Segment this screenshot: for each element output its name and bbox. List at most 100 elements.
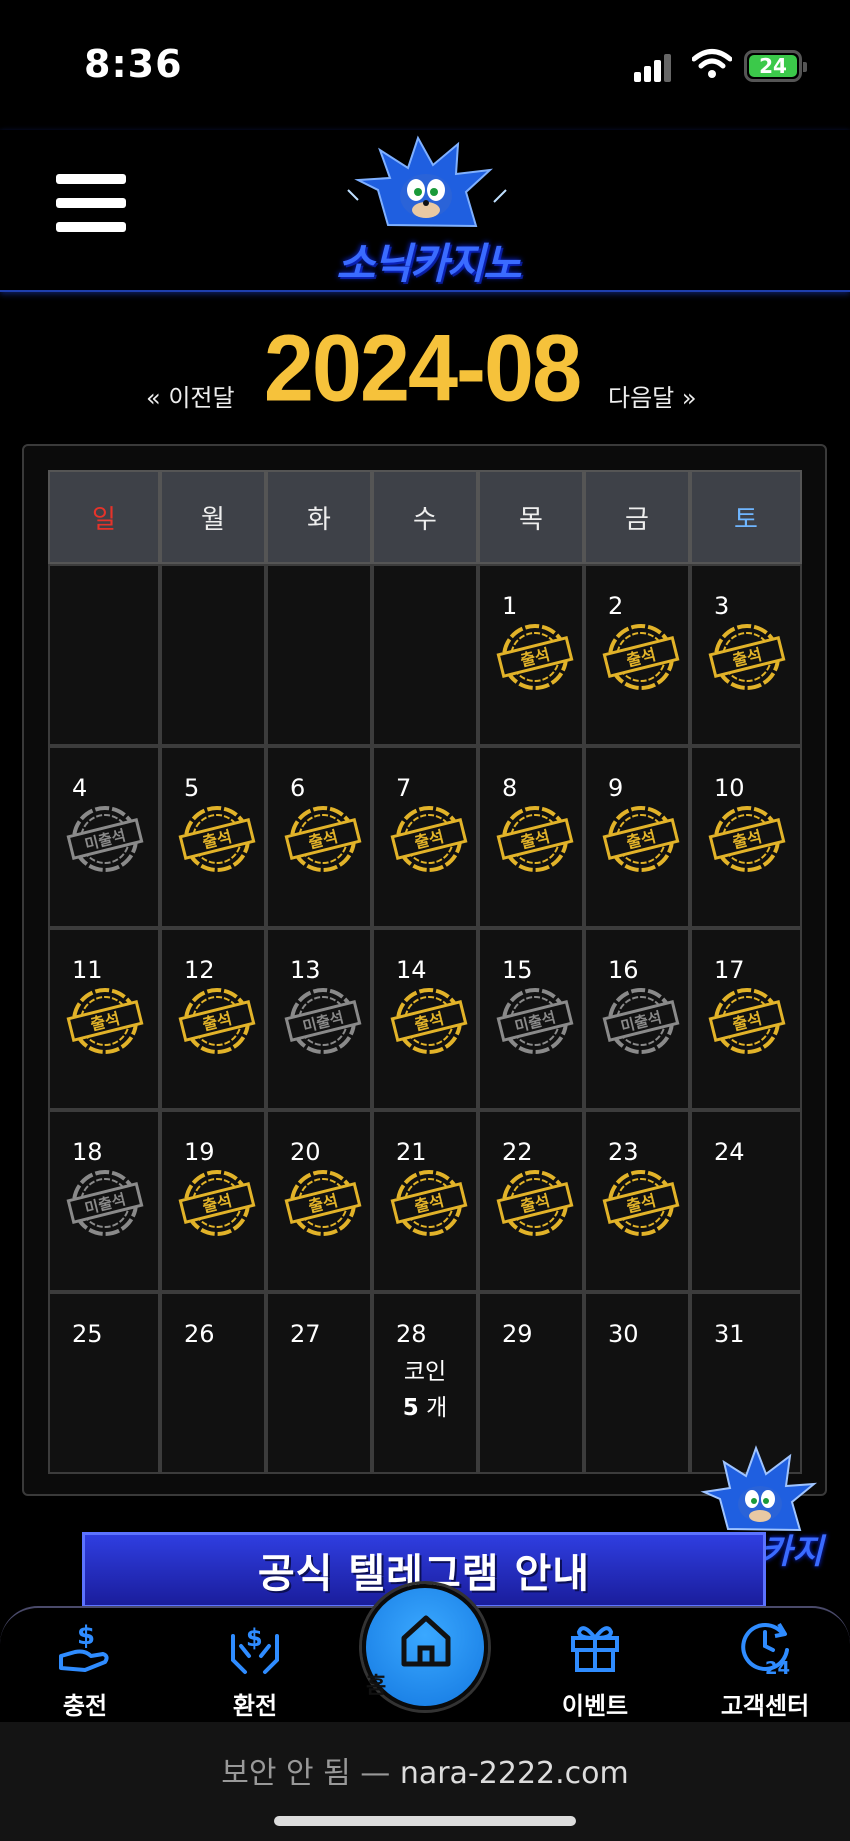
attendance-stamp-icon: 출석	[602, 622, 680, 692]
attendance-stamp-icon: 출석	[390, 986, 468, 1056]
url-text[interactable]: 보안 안 됨 — nara-2222.com	[0, 1748, 850, 1792]
nav-exchange[interactable]: $ 환전	[190, 1608, 320, 1724]
calendar-day-cell[interactable]: 4 미출석	[48, 746, 160, 928]
svg-text:24: 24	[765, 1658, 790, 1676]
calendar-day-cell[interactable]: 20 출석	[266, 1110, 372, 1292]
menu-icon[interactable]	[56, 174, 126, 234]
attendance-stamp-icon: 출석	[708, 986, 786, 1056]
weekday-saturday: 토	[690, 470, 802, 564]
battery-icon: 24	[744, 50, 807, 82]
attendance-stamp-icon: 출석	[178, 1168, 256, 1238]
calendar-day-cell[interactable]: 7 출석	[372, 746, 478, 928]
calendar-empty-cell	[266, 564, 372, 746]
day-number: 12	[184, 956, 215, 984]
calendar-day-cell[interactable]: 23 출석	[584, 1110, 690, 1292]
day-number: 26	[184, 1320, 215, 1348]
calendar-day-cell[interactable]: 6 출석	[266, 746, 372, 928]
day-number: 13	[290, 956, 321, 984]
calendar-day-cell[interactable]: 25	[48, 1292, 160, 1474]
calendar-day-cell[interactable]: 26	[160, 1292, 266, 1474]
charge-icon: $	[59, 1621, 109, 1672]
nav-charge[interactable]: $ 충전	[20, 1608, 150, 1724]
calendar-grid: 일 월 화 수 목 금 토 1 출석 2 출석 3 출석 4 미출석 5 출석 6 출석 7 출석 8 출석 9…	[48, 470, 802, 1474]
calendar-day-cell[interactable]: 30	[584, 1292, 690, 1474]
day-number: 8	[502, 774, 518, 802]
attendance-stamp-icon: 출석	[708, 622, 786, 692]
absence-stamp-icon: 미출석	[66, 804, 144, 874]
day-number: 24	[714, 1138, 745, 1166]
attendance-stamp-icon: 출석	[602, 1168, 680, 1238]
day-number: 5	[184, 774, 200, 802]
day-number: 3	[714, 592, 730, 620]
month-navigation: « 이전달 2024-08 다음달 »	[0, 316, 850, 428]
day-number: 18	[72, 1138, 103, 1166]
calendar-week-row: 1 출석 2 출석 3 출석	[48, 564, 802, 746]
nav-label-support: 고객센터	[720, 1692, 810, 1720]
weekday-thursday: 목	[478, 470, 584, 564]
day-number: 25	[72, 1320, 103, 1348]
url-domain: nara-2222.com	[399, 1756, 629, 1791]
weekday-friday: 금	[584, 470, 690, 564]
nav-support[interactable]: 24 고객센터	[700, 1608, 830, 1724]
attendance-stamp-icon: 출석	[496, 1168, 574, 1238]
day-number: 1	[502, 592, 518, 620]
browser-url-bar[interactable]: 보안 안 됨 — nara-2222.com	[0, 1722, 850, 1841]
prev-month-link[interactable]: « 이전달	[146, 378, 235, 413]
calendar-day-cell[interactable]: 15 미출석	[478, 928, 584, 1110]
calendar-day-cell[interactable]: 17 출석	[690, 928, 802, 1110]
day-number: 31	[714, 1320, 745, 1348]
nav-home-button[interactable]: 홈	[362, 1584, 488, 1710]
attendance-stamp-icon: 출석	[708, 804, 786, 874]
cellular-signal-icon	[634, 52, 674, 82]
nav-event[interactable]: 이벤트	[530, 1608, 660, 1724]
next-month-link[interactable]: 다음달 »	[608, 378, 697, 413]
calendar-day-cell[interactable]: 3 출석	[690, 564, 802, 746]
support-24-icon: 24	[741, 1622, 790, 1676]
calendar-day-cell[interactable]: 1 출석	[478, 564, 584, 746]
calendar-day-cell[interactable]: 16 미출석	[584, 928, 690, 1110]
calendar-day-cell[interactable]: 18 미출석	[48, 1110, 160, 1292]
absence-stamp-icon: 미출석	[66, 1168, 144, 1238]
sonic-mascot-icon	[347, 135, 507, 228]
calendar-day-cell[interactable]: 29	[478, 1292, 584, 1474]
logo-text: 소닉카지노	[336, 239, 521, 288]
calendar-day-cell[interactable]: 8 출석	[478, 746, 584, 928]
calendar-day-cell[interactable]: 28 코인 5 개	[372, 1292, 478, 1474]
calendar-day-cell[interactable]: 19 출석	[160, 1110, 266, 1292]
wifi-icon	[691, 48, 733, 80]
site-logo[interactable]: 소닉카지노	[318, 130, 538, 290]
day-number: 17	[714, 956, 745, 984]
attendance-stamp-icon: 출석	[284, 804, 362, 874]
calendar-week-row: 11 출석 12 출석 13 미출석 14 출석 15 미출석 16 미출석 17 출석	[48, 928, 802, 1110]
home-indicator[interactable]	[274, 1816, 576, 1826]
day-number: 29	[502, 1320, 533, 1348]
home-icon	[401, 1615, 451, 1667]
calendar-day-cell[interactable]: 11 출석	[48, 928, 160, 1110]
attendance-stamp-icon: 출석	[602, 804, 680, 874]
calendar-day-cell[interactable]: 22 출석	[478, 1110, 584, 1292]
day-number: 10	[714, 774, 745, 802]
calendar-day-cell[interactable]: 9 출석	[584, 746, 690, 928]
weekday-wednesday: 수	[372, 470, 478, 564]
calendar-day-cell[interactable]: 14 출석	[372, 928, 478, 1110]
exchange-icon: $	[231, 1624, 279, 1674]
calendar-day-cell[interactable]: 13 미출석	[266, 928, 372, 1110]
attendance-stamp-icon: 출석	[390, 804, 468, 874]
calendar-week-row: 18 미출석 19 출석 20 출석 21 출석 22 출석 23 출석 24	[48, 1110, 802, 1292]
day-number: 2	[608, 592, 624, 620]
nav-label-home: 홈	[366, 1674, 387, 1699]
month-title: 2024-08	[263, 316, 582, 422]
calendar-day-cell[interactable]: 2 출석	[584, 564, 690, 746]
status-time: 8:36	[84, 42, 183, 86]
coin-count-value: 5	[402, 1395, 419, 1421]
day-number: 7	[396, 774, 412, 802]
calendar-day-cell[interactable]: 24	[690, 1110, 802, 1292]
calendar-day-cell[interactable]: 10 출석	[690, 746, 802, 928]
site-header: 소닉카지노	[0, 130, 850, 292]
calendar-day-cell[interactable]: 12 출석	[160, 928, 266, 1110]
calendar-day-cell[interactable]: 21 출석	[372, 1110, 478, 1292]
calendar-day-cell[interactable]: 5 출석	[160, 746, 266, 928]
calendar-day-cell[interactable]: 27	[266, 1292, 372, 1474]
calendar-empty-cell	[160, 564, 266, 746]
coin-count: 5 개	[374, 1388, 476, 1422]
